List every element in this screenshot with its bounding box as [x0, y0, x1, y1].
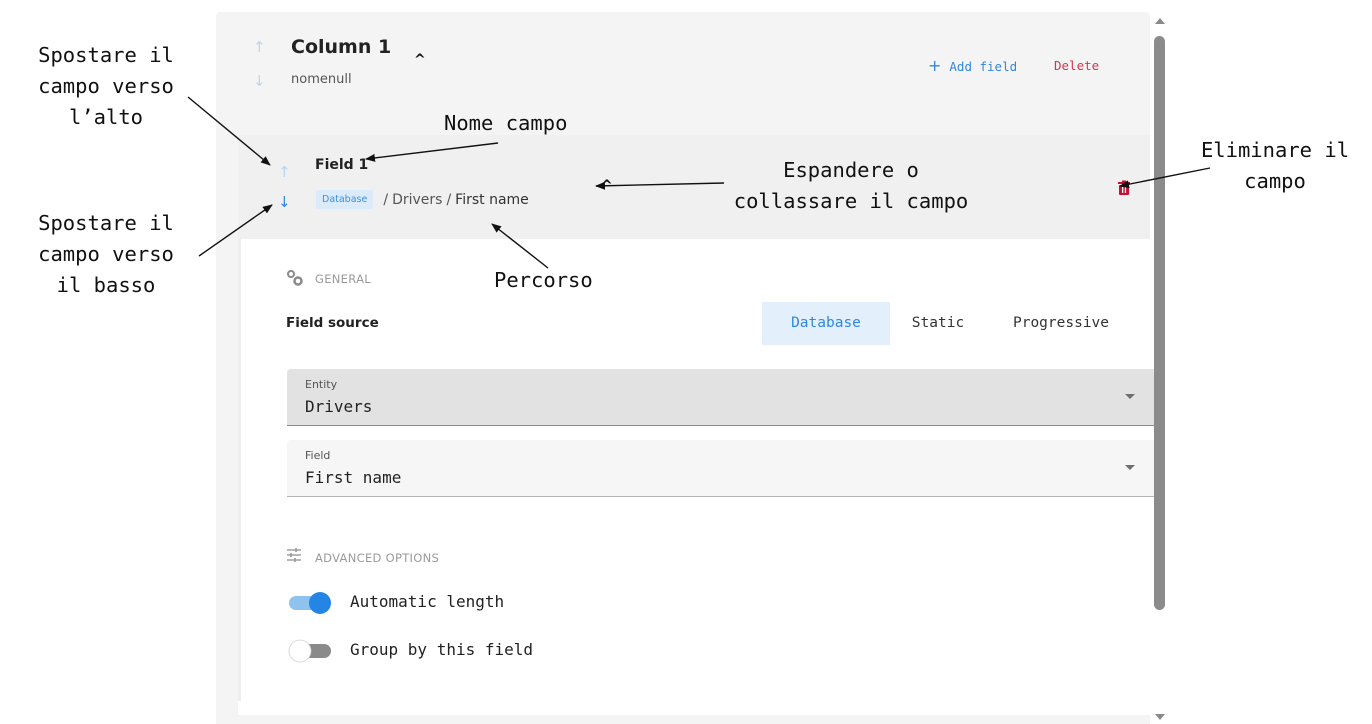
annotation-arrows: [187, 96, 1211, 269]
